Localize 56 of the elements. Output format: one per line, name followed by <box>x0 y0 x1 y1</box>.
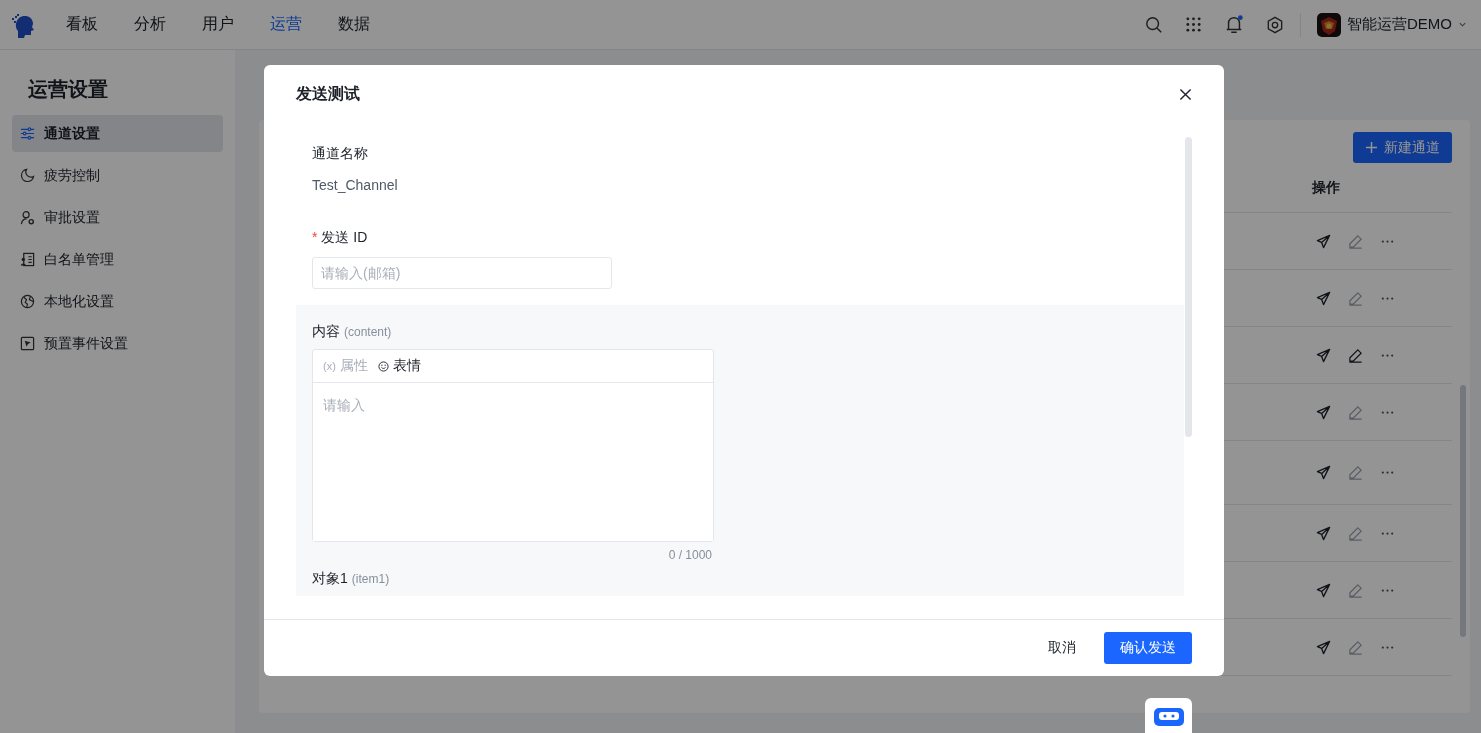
field-label: 对象1 <box>312 570 348 588</box>
char-counter: 0 / 1000 <box>667 548 712 562</box>
nav-tab[interactable]: 看板 <box>66 14 98 35</box>
smiley-icon <box>377 360 389 372</box>
sidebar-item[interactable]: 本地化设置 <box>12 283 223 320</box>
send-icon[interactable] <box>1316 525 1331 541</box>
field-hint: (item1) <box>351 572 390 586</box>
send-icon[interactable] <box>1316 582 1331 598</box>
logo-icon <box>10 11 36 38</box>
new-channel-button[interactable]: 新建通道 <box>1353 132 1452 163</box>
account-name[interactable]: 智能运营DEMO <box>1347 15 1452 34</box>
assistant-button[interactable] <box>1145 698 1192 733</box>
plus-icon <box>1365 141 1378 154</box>
sliders-icon <box>20 126 35 141</box>
nav-tab[interactable]: 数据 <box>338 14 370 35</box>
required-mark: * <box>312 229 318 247</box>
nav-tab[interactable]: 分析 <box>134 14 166 35</box>
send-icon[interactable] <box>1316 639 1331 655</box>
emoji-button[interactable]: 表情 <box>377 357 421 375</box>
send-icon[interactable] <box>1316 347 1331 363</box>
dialog-title: 发送测试 <box>296 83 360 104</box>
sidebar-item[interactable]: 审批设置 <box>12 199 223 236</box>
field-label: 通道名称 <box>311 145 368 163</box>
caret-icon[interactable] <box>1458 20 1467 29</box>
contact-card-icon <box>20 252 35 267</box>
sidebar-item[interactable]: 通道设置 <box>12 115 223 152</box>
edit-icon[interactable] <box>1348 347 1363 363</box>
send-icon[interactable] <box>1316 404 1331 420</box>
id-input-field[interactable]: 请输入(邮箱) <box>312 257 612 289</box>
sidebar-title: 运营设置 <box>27 77 109 102</box>
globe-icon <box>20 294 35 309</box>
field-hint: (content) <box>344 325 392 339</box>
cursor-box-icon <box>20 336 35 351</box>
nav-tab[interactable]: 用户 <box>202 14 234 35</box>
field-label: 发送 ID <box>321 229 368 247</box>
field-label: 内容 <box>312 323 340 341</box>
close-icon[interactable] <box>1179 87 1192 101</box>
sidebar-item[interactable]: 白名单管理 <box>12 241 223 278</box>
cancel-button[interactable]: 取消 <box>1034 632 1090 664</box>
sidebar-item[interactable]: 疲劳控制 <box>12 157 223 194</box>
send-icon[interactable] <box>1316 465 1331 480</box>
scrollbar[interactable] <box>1185 137 1192 437</box>
send-icon[interactable] <box>1316 233 1331 249</box>
channel-name: Test_Channel <box>311 177 398 193</box>
nav-tab[interactable]: 运营 <box>270 14 302 35</box>
confirm-send-button[interactable]: 确认发送 <box>1104 632 1192 664</box>
settings-icon[interactable] <box>1266 15 1284 34</box>
robot-icon <box>1152 706 1185 726</box>
moon-icon <box>20 168 35 183</box>
column-header: 操作 <box>1312 179 1340 197</box>
apps-grid-icon[interactable] <box>1185 16 1202 33</box>
search-icon[interactable] <box>1145 15 1163 34</box>
sidebar-item[interactable]: 预置事件设置 <box>12 325 223 362</box>
send-icon[interactable] <box>1316 290 1331 306</box>
bell-icon[interactable] <box>1224 14 1244 35</box>
user-gear-icon <box>20 210 35 225</box>
